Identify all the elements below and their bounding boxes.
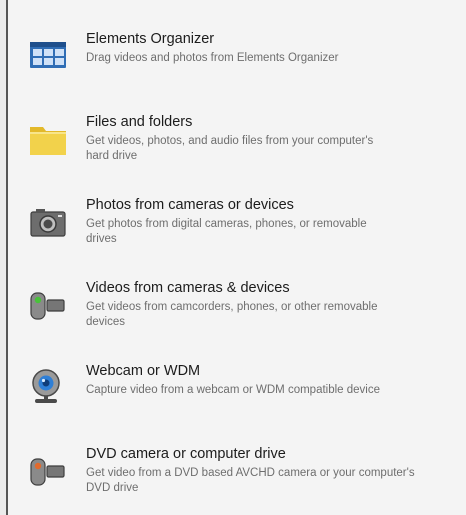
source-title: Videos from cameras & devices [86,280,290,296]
dvd-camera-icon [30,458,65,486]
source-description: Get photos from digital cameras, phones,… [86,218,367,245]
source-description: Capture video from a webcam or WDM compa… [86,384,381,396]
source-title: DVD camera or computer drive [86,446,286,462]
source-description: Drag videos and photos from Elements Org… [86,52,339,64]
source-item-photos-from-cameras[interactable]: Photos from cameras or devices Get photo… [8,196,464,252]
camera-icon [30,209,66,237]
source-title: Photos from cameras or devices [86,197,294,213]
camcorder-icon [30,292,65,320]
import-source-panel: Elements Organizer Drag videos and photo… [6,0,466,515]
source-item-files-and-folders[interactable]: Files and folders Get videos, photos, an… [8,113,464,169]
source-description: Get videos, photos, and audio files from… [86,135,374,162]
source-description: Get videos from camcorders, phones, or o… [86,301,378,328]
source-item-dvd-camera[interactable]: DVD camera or computer drive Get video f… [8,445,464,501]
grid-icon [30,42,66,68]
webcam-icon [32,369,60,403]
source-item-videos-from-cameras[interactable]: Videos from cameras & devices Get videos… [8,279,464,335]
source-item-webcam-or-wdm[interactable]: Webcam or WDM Capture video from a webca… [8,362,464,418]
source-title: Files and folders [86,114,193,130]
source-description: Get video from a DVD based AVCHD camera … [86,467,415,494]
source-title: Elements Organizer [86,31,215,47]
source-item-elements-organizer[interactable]: Elements Organizer Drag videos and photo… [8,30,464,72]
folder-icon [30,127,66,155]
source-title: Webcam or WDM [86,363,201,379]
